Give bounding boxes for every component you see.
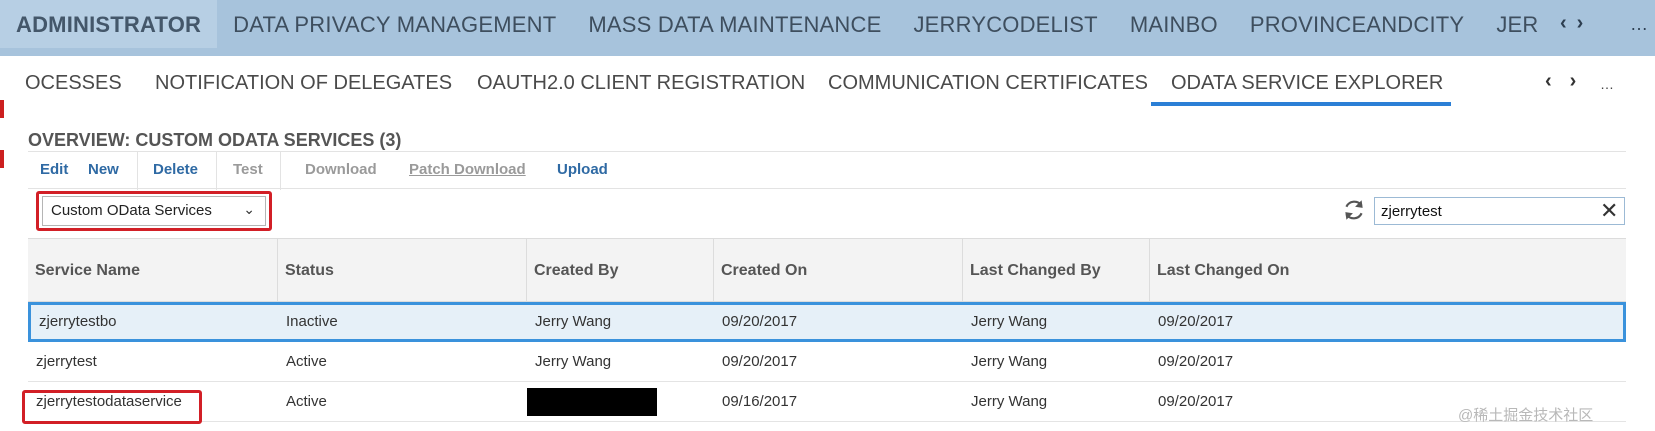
toolbar: Edit New Delete Test Download Patch Down… [28, 151, 1626, 190]
top-nav-tab-mainbo[interactable]: MAINBO [1114, 0, 1234, 48]
chevron-right-icon[interactable]: › [1570, 70, 1577, 93]
top-nav-tab-provinceandcity[interactable]: PROVINCEANDCITY [1234, 0, 1480, 48]
patch-download-button[interactable]: Patch Download [409, 161, 526, 178]
cell-last-changed-by: Jerry Wang [971, 313, 1048, 330]
cell-created-by [527, 382, 657, 422]
top-nav-tab-data-privacy-management[interactable]: DATA PRIVACY MANAGEMENT [217, 0, 572, 48]
top-navigation-bar: ADMINISTRATOR DATA PRIVACY MANAGEMENT MA… [0, 0, 1655, 56]
active-tab-indicator [1151, 102, 1451, 106]
sub-tab-communication-certificates[interactable]: COMMUNICATION CERTIFICATES [828, 72, 1148, 95]
cell-status: Active [286, 353, 327, 370]
watermark: @稀土掘金技术社区 [1458, 407, 1594, 424]
chevron-left-icon[interactable]: ‹ [1560, 12, 1567, 35]
upload-button[interactable]: Upload [557, 161, 608, 178]
left-edge-marker [0, 150, 4, 168]
delete-button[interactable]: Delete [153, 161, 198, 178]
new-button[interactable]: New [88, 161, 119, 178]
toolbar-separator [137, 152, 138, 190]
clear-icon[interactable]: ✕ [1600, 198, 1618, 224]
more-icon[interactable]: … [1600, 76, 1614, 92]
sub-tab-processes[interactable]: OCESSES [25, 72, 122, 95]
top-nav-tab-administrator[interactable]: ADMINISTRATOR [0, 0, 218, 48]
cell-last-changed-on: 09/20/2017 [1158, 313, 1234, 330]
redaction-block [527, 388, 657, 416]
cell-created-on: 09/20/2017 [722, 353, 798, 370]
sub-tab-notification-of-delegates[interactable]: NOTIFICATION OF DELEGATES [155, 72, 452, 95]
top-nav-arrows: ‹ › [1560, 12, 1583, 35]
column-header-last-changed-on[interactable]: Last Changed On [1150, 239, 1626, 303]
column-header-created-on[interactable]: Created On [714, 239, 963, 303]
chevron-left-icon[interactable]: ‹ [1545, 70, 1552, 93]
edit-button[interactable]: Edit [40, 161, 68, 178]
toolbar-separator [280, 152, 281, 190]
cell-status: Inactive [286, 313, 338, 330]
table-row[interactable]: zjerrytestodataservice Active 09/16/2017… [28, 382, 1626, 422]
cell-last-changed-on: 09/20/2017 [1158, 393, 1234, 410]
cell-created-by: Jerry Wang [535, 313, 612, 330]
table-header: Service Name Status Created By Created O… [28, 238, 1626, 303]
cell-created-on: 09/20/2017 [722, 313, 798, 330]
annotation-highlight-box [22, 390, 202, 424]
cell-created-by: Jerry Wang [535, 353, 612, 370]
download-button[interactable]: Download [305, 161, 377, 178]
chevron-right-icon[interactable]: › [1577, 12, 1584, 35]
cell-status: Active [286, 393, 327, 410]
column-header-last-changed-by[interactable]: Last Changed By [963, 239, 1150, 303]
top-nav-tab-jerrycodelist[interactable]: JERRYCODELIST [897, 0, 1113, 48]
cell-last-changed-by: Jerry Wang [971, 393, 1048, 410]
refresh-icon[interactable] [1341, 197, 1367, 223]
cell-last-changed-by: Jerry Wang [971, 353, 1048, 370]
left-edge-marker [0, 100, 4, 118]
cell-service-name: zjerrytestbo [39, 313, 117, 330]
annotation-highlight-box [36, 191, 272, 231]
more-icon[interactable]: … [1630, 14, 1649, 35]
table-row[interactable]: zjerrytest Active Jerry Wang 09/20/2017 … [28, 342, 1626, 382]
services-table: Service Name Status Created By Created O… [28, 238, 1626, 422]
cell-created-on: 09/16/2017 [722, 393, 798, 410]
sub-tab-odata-service-explorer[interactable]: ODATA SERVICE EXPLORER [1171, 72, 1443, 95]
test-button[interactable]: Test [233, 161, 263, 178]
top-nav-tab-mass-data-maintenance[interactable]: MASS DATA MAINTENANCE [572, 0, 897, 48]
column-header-status[interactable]: Status [278, 239, 527, 303]
table-row[interactable]: zjerrytestbo Inactive Jerry Wang 09/20/2… [28, 302, 1626, 342]
top-nav-tabs: ADMINISTRATOR DATA PRIVACY MANAGEMENT MA… [0, 0, 1554, 48]
column-header-service-name[interactable]: Service Name [28, 239, 278, 303]
cell-last-changed-on: 09/20/2017 [1158, 353, 1234, 370]
column-header-created-by[interactable]: Created By [527, 239, 714, 303]
cell-service-name: zjerrytest [36, 353, 97, 370]
sub-tab-arrows: ‹ › [1545, 70, 1576, 93]
toolbar-separator [216, 152, 217, 190]
sub-tab-oauth-client-registration[interactable]: OAUTH2.0 CLIENT REGISTRATION [477, 72, 805, 95]
sub-tab-bar: OCESSES NOTIFICATION OF DELEGATES OAUTH2… [25, 66, 1645, 106]
search-input[interactable] [1374, 197, 1625, 225]
page-title: OVERVIEW: CUSTOM ODATA SERVICES (3) [28, 130, 402, 150]
